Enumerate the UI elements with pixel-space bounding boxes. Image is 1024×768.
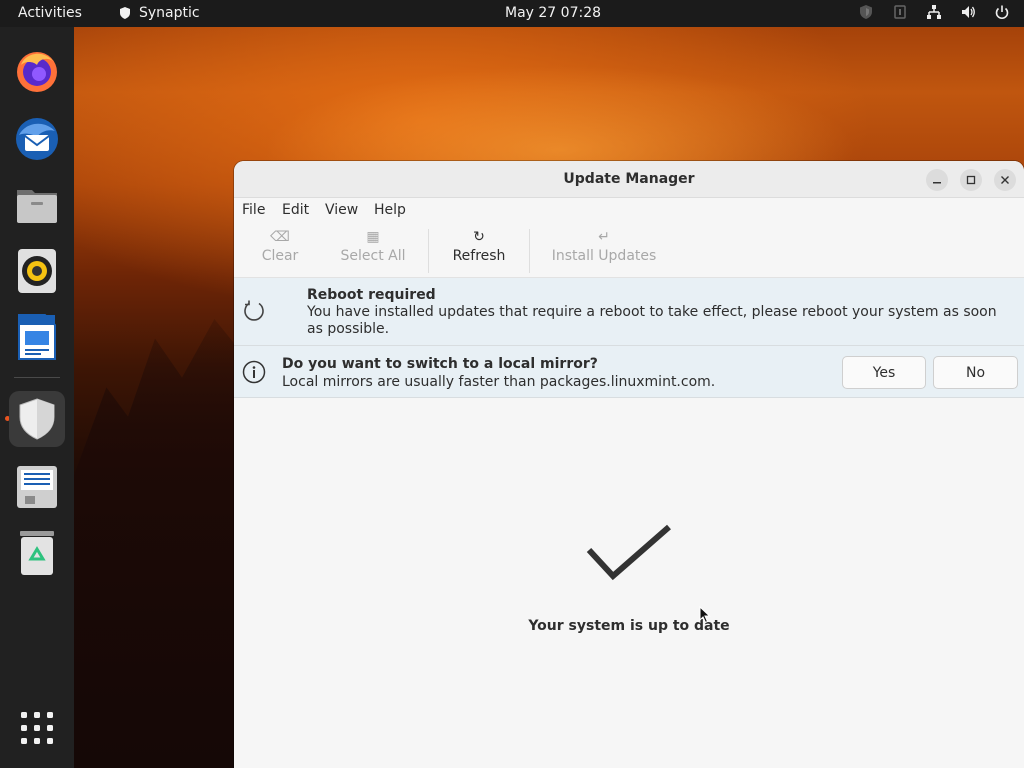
rhythmbox-icon — [18, 249, 56, 293]
status-text: Your system is up to date — [528, 618, 730, 634]
network-icon[interactable] — [926, 4, 942, 20]
clear-button[interactable]: ⌫ Clear — [256, 227, 304, 271]
menu-help[interactable]: Help — [374, 202, 406, 218]
reboot-text: You have installed updates that require … — [307, 304, 997, 337]
install-updates-button[interactable]: ↵ Install Updates — [550, 227, 658, 271]
select-all-label: Select All — [340, 248, 406, 264]
activities-button[interactable]: Activities — [18, 5, 82, 21]
dock-separator — [14, 377, 60, 378]
mirror-infobar: Do you want to switch to a local mirror?… — [234, 346, 1024, 398]
minimize-icon — [933, 182, 941, 184]
install-updates-label: Install Updates — [551, 248, 657, 264]
mouse-cursor-icon — [699, 606, 711, 624]
top-bar: Activities Synaptic May 27 07:28 — [0, 0, 1024, 27]
trash-launcher[interactable] — [9, 525, 65, 581]
writer-icon — [18, 314, 56, 360]
trash-icon — [20, 531, 54, 575]
mirror-text: Local mirrors are usually faster than pa… — [282, 374, 716, 390]
yes-button[interactable]: Yes — [842, 356, 926, 389]
select-all-button[interactable]: ▦ Select All — [338, 227, 408, 271]
files-icon — [17, 190, 57, 223]
clear-icon: ⌫ — [270, 229, 290, 245]
close-icon — [1001, 176, 1009, 184]
apps-grid-icon — [21, 712, 53, 744]
shield-status-icon[interactable] — [858, 4, 874, 20]
select-all-icon: ▦ — [366, 229, 380, 245]
system-tray[interactable] — [858, 4, 1010, 20]
maximize-icon — [966, 175, 976, 185]
title-bar[interactable]: Update Manager — [234, 161, 1024, 198]
app-name: Synaptic — [139, 5, 200, 21]
menu-file[interactable]: File — [242, 202, 265, 218]
clipboard-icon[interactable] — [892, 4, 908, 20]
main-content: Your system is up to date — [234, 398, 1024, 768]
toolbar: ⌫ Clear ▦ Select All ↻ Refresh ↵ Install… — [234, 223, 1024, 278]
dock — [0, 27, 74, 768]
app-menu[interactable]: Synaptic — [118, 5, 200, 21]
firefox-launcher[interactable] — [9, 43, 65, 99]
checkmark-icon — [586, 524, 671, 581]
files-launcher[interactable] — [9, 177, 65, 233]
maximize-button[interactable] — [960, 169, 982, 191]
thunderbird-launcher[interactable] — [9, 111, 65, 167]
update-manager-icon — [19, 398, 55, 440]
reboot-title: Reboot required — [307, 287, 436, 303]
close-button[interactable] — [994, 169, 1016, 191]
toolbar-separator — [428, 229, 429, 273]
clock[interactable]: May 27 07:28 — [505, 5, 601, 21]
minimize-button[interactable] — [926, 169, 948, 191]
reboot-infobar: Reboot required You have installed updat… — [234, 278, 1024, 346]
menu-edit[interactable]: Edit — [282, 202, 309, 218]
firefox-icon — [17, 52, 57, 92]
clear-label: Clear — [261, 248, 299, 264]
toolbar-separator — [529, 229, 530, 273]
update-manager-launcher[interactable] — [9, 391, 65, 447]
menu-view[interactable]: View — [325, 202, 358, 218]
volume-icon[interactable] — [960, 4, 976, 20]
shield-icon — [120, 7, 130, 19]
no-button[interactable]: No — [933, 356, 1018, 389]
thunderbird-icon — [16, 118, 58, 160]
refresh-label: Refresh — [452, 248, 506, 264]
refresh-icon: ↻ — [473, 229, 485, 245]
update-manager-window: Update Manager File Edit View Help ⌫ Cle… — [234, 161, 1024, 768]
reboot-spinner-icon — [244, 300, 264, 321]
install-icon: ↵ — [598, 229, 610, 245]
menu-bar: File Edit View Help — [234, 198, 1024, 223]
show-apps-button[interactable] — [21, 712, 53, 748]
power-icon[interactable] — [994, 4, 1010, 20]
storage-icon — [17, 466, 57, 508]
refresh-button[interactable]: ↻ Refresh — [448, 227, 510, 271]
mirror-title: Do you want to switch to a local mirror? — [282, 356, 598, 372]
rhythmbox-launcher[interactable] — [9, 243, 65, 299]
writer-launcher[interactable] — [9, 309, 65, 365]
storage-launcher[interactable] — [9, 459, 65, 515]
info-icon — [242, 360, 266, 384]
window-title: Update Manager — [563, 171, 695, 187]
